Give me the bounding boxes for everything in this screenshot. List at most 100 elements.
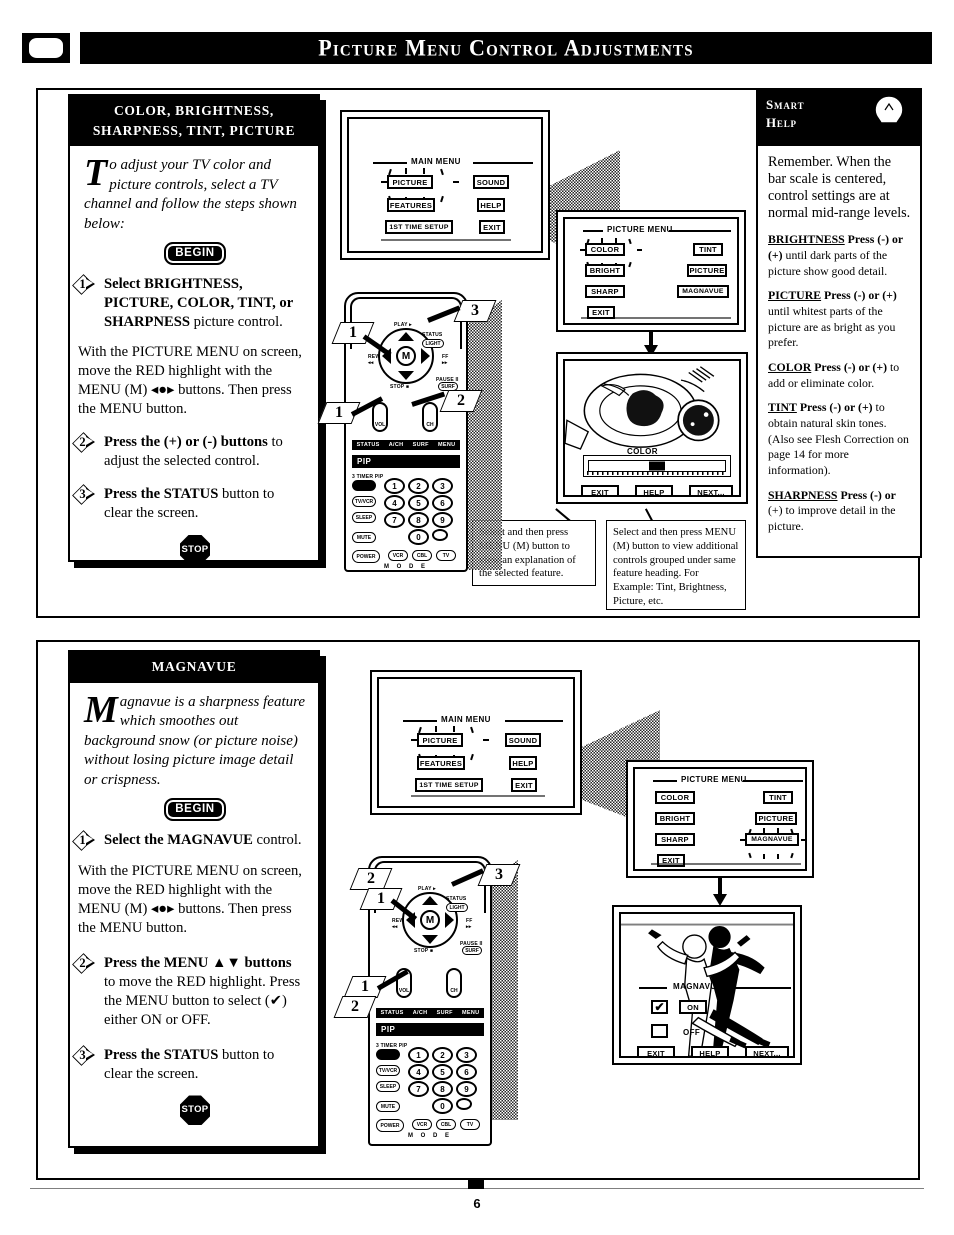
osd-button-sound[interactable]: SOUND [505, 733, 541, 747]
remote-mode-cbl[interactable]: CBL [436, 1119, 456, 1130]
osd-button-features[interactable]: FEATURES [417, 756, 465, 770]
osd-button-help[interactable]: HELP [509, 756, 537, 770]
remote-num-4[interactable]: 4 [384, 495, 405, 511]
remote-channel-rocker[interactable]: CH [422, 402, 438, 432]
osd-button-picture[interactable]: PICTURE [417, 733, 463, 747]
navpad-menu-button[interactable]: M [420, 910, 440, 930]
remote-num-extra[interactable] [432, 529, 448, 541]
osd-button-color[interactable]: COLOR [585, 243, 625, 256]
remote-num-0[interactable]: 0 [432, 1098, 453, 1114]
remote-num-1[interactable]: 1 [384, 478, 405, 494]
remote-mode-vcr[interactable]: VCR [388, 550, 408, 561]
osd-button-magnavue[interactable]: MAGNAVUE [745, 833, 799, 846]
remote-volume-rocker[interactable]: VOL [372, 402, 388, 432]
stop-badge: STOP [180, 1095, 210, 1126]
osd-button-tint[interactable]: TINT [693, 243, 723, 256]
remote-pip-bar[interactable]: PIP [376, 1023, 484, 1036]
panel-color-brightness: COLOR, BRIGHTNESS, SHARPNESS, TINT, PICT… [68, 94, 320, 565]
remote-num-4[interactable]: 4 [408, 1064, 429, 1080]
smart-help-heading: Smart Help [758, 90, 920, 146]
remote-num-6[interactable]: 6 [456, 1064, 477, 1080]
osd-button-sharp[interactable]: SHARP [585, 285, 625, 298]
remote-pip-bar[interactable]: PIP [352, 455, 460, 468]
remote-label-rew-sub: ◂◂ [368, 360, 374, 366]
remote-num-1[interactable]: 1 [408, 1047, 429, 1063]
step-text: Press the (+) or (-) buttons to adjust t… [104, 433, 283, 469]
panel-heading: MAGNAVUE [70, 652, 318, 683]
remote-num-3[interactable]: 3 [456, 1047, 477, 1063]
remote-key-tvvcr[interactable]: TV/VCR [352, 496, 376, 507]
remote-num-9[interactable]: 9 [432, 512, 453, 528]
remote-key-sleep[interactable]: SLEEP [352, 512, 376, 523]
step-1: 1 Select the MAGNAVUE control. With the … [72, 829, 306, 938]
osd-button-features[interactable]: FEATURES [387, 198, 435, 212]
remote-power-button[interactable]: POWER [376, 1119, 404, 1132]
osd-button-bright[interactable]: BRIGHT [585, 264, 625, 277]
remote-num-6[interactable]: 6 [432, 495, 453, 511]
osd-button-exit[interactable]: EXIT [511, 778, 537, 792]
remote-num-2[interactable]: 2 [408, 478, 429, 494]
stop-badge-wrap: STOP [84, 1095, 306, 1126]
osd-button-exit[interactable]: EXIT [581, 485, 619, 495]
remote-key-timer-pip[interactable] [376, 1049, 400, 1060]
remote-key-status[interactable]: LIGHT [422, 339, 444, 348]
remote-function-strip[interactable]: STATUS A/CH SURF MENU [376, 1008, 484, 1018]
osd-button-magnavue[interactable]: MAGNAVUE [677, 285, 729, 298]
osd-button-exit[interactable]: EXIT [479, 220, 505, 234]
osd-button-sharp[interactable]: SHARP [655, 833, 695, 846]
remote-key-sleep[interactable]: SLEEP [376, 1081, 400, 1092]
remote-mode-tv[interactable]: TV [460, 1119, 480, 1130]
osd-button-1st-time-setup[interactable]: 1ST TIME SETUP [385, 220, 453, 234]
remote-key-mute[interactable]: MUTE [352, 532, 376, 543]
remote-num-3[interactable]: 3 [432, 478, 453, 494]
remote-num-5[interactable]: 5 [408, 495, 429, 511]
remote-function-strip[interactable]: STATUS A/CH SURF MENU [352, 440, 460, 450]
bar-scale-color[interactable] [583, 455, 731, 477]
remote-mode-tv[interactable]: TV [436, 550, 456, 561]
stop-badge: STOP [180, 534, 210, 565]
remote-label-stop: STOP ■ [390, 384, 410, 390]
remote-num-0[interactable]: 0 [408, 529, 429, 545]
remote-num-7[interactable]: 7 [408, 1081, 429, 1097]
checkbox-off[interactable] [651, 1024, 668, 1038]
checkbox-on[interactable]: ✔ [651, 1000, 668, 1014]
osd-button-help[interactable]: HELP [477, 198, 505, 212]
step-1-body: With the PICTURE MENU on screen, move th… [78, 343, 302, 417]
osd-button-picture[interactable]: PICTURE [387, 175, 433, 189]
remote-num-7[interactable]: 7 [384, 512, 405, 528]
osd-button-next[interactable]: NEXT... [745, 1046, 789, 1056]
osd-button-picture[interactable]: PICTURE [687, 264, 727, 277]
osd-button-bright[interactable]: BRIGHT [655, 812, 695, 825]
osd-button-help[interactable]: HELP [691, 1046, 729, 1056]
osd-label-on[interactable]: ON [679, 1000, 707, 1014]
remote-channel-rocker[interactable]: CH [446, 968, 462, 998]
remote-key-status[interactable]: LIGHT [446, 903, 468, 912]
remote-mode-vcr[interactable]: VCR [412, 1119, 432, 1130]
osd-button-picture[interactable]: PICTURE [755, 812, 797, 825]
remote-key-tvvcr[interactable]: TV/VCR [376, 1065, 400, 1076]
navpad-menu-button[interactable]: M [396, 346, 416, 366]
remote-num-extra[interactable] [456, 1098, 472, 1110]
remote-num-8[interactable]: 8 [408, 512, 429, 528]
osd-title-picture-menu: PICTURE MENU [681, 775, 747, 784]
remote-key-surf[interactable]: SURF [462, 946, 482, 955]
osd-button-color[interactable]: COLOR [655, 791, 695, 804]
remote-num-8[interactable]: 8 [432, 1081, 453, 1097]
osd-button-1st-time-setup[interactable]: 1ST TIME SETUP [415, 778, 483, 792]
osd-button-help[interactable]: HELP [635, 485, 673, 495]
remote-num-9[interactable]: 9 [456, 1081, 477, 1097]
osd-button-next[interactable]: NEXT... [689, 485, 733, 495]
osd-button-exit[interactable]: EXIT [657, 854, 685, 867]
remote-mode-cbl[interactable]: CBL [412, 550, 432, 561]
remote-key-timer-pip[interactable] [352, 480, 376, 491]
remote-num-2[interactable]: 2 [432, 1047, 453, 1063]
osd-button-tint[interactable]: TINT [763, 791, 793, 804]
remote-num-5[interactable]: 5 [432, 1064, 453, 1080]
osd-button-exit[interactable]: EXIT [637, 1046, 675, 1056]
step-text: Select the MAGNAVUE control. [104, 831, 302, 848]
osd-button-sound[interactable]: SOUND [473, 175, 509, 189]
remote-power-button[interactable]: POWER [352, 550, 380, 563]
page-title: Picture Menu Control Adjustments [318, 34, 694, 61]
osd-label-off: OFF [683, 1028, 701, 1037]
remote-key-mute[interactable]: MUTE [376, 1101, 400, 1112]
